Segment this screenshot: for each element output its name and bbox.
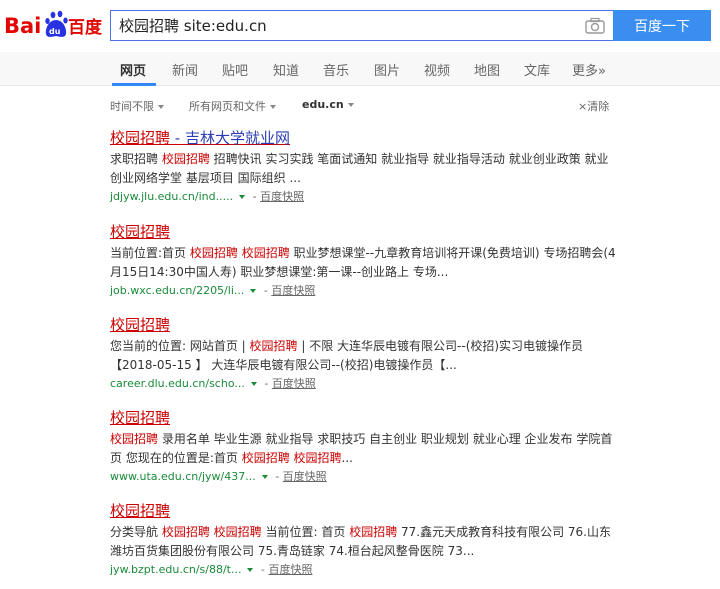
result-title-link[interactable]: 校园招聘 (110, 222, 620, 242)
tab-tieba[interactable]: 贴吧 (222, 60, 248, 79)
result-url-line: jdjyw.jlu.edu.cn/ind..... - 百度快照 (110, 188, 620, 206)
filter-bar: 时间不限 所有网页和文件 edu.cn ×清除 (0, 94, 720, 116)
chevron-down-icon[interactable] (247, 568, 254, 572)
cache-link[interactable]: 百度快照 (272, 377, 316, 390)
cache-link[interactable]: 百度快照 (283, 470, 327, 483)
result-url[interactable]: career.dlu.edu.cn/scho... (110, 377, 245, 390)
chevron-down-icon[interactable] (250, 289, 257, 293)
chevron-down-icon (158, 105, 164, 109)
snippet-text: 分类导航 (110, 525, 162, 539)
search-box (110, 10, 613, 41)
search-button[interactable]: 百度一下 (613, 10, 711, 41)
cache-link[interactable]: 百度快照 (260, 190, 304, 203)
snippet-keyword: 校园招聘 (161, 525, 210, 539)
svg-text:du: du (49, 27, 61, 36)
result-title-rest: - 吉林大学就业网 (170, 129, 290, 147)
active-tab-indicator (112, 83, 156, 86)
snippet-keyword: 校园招聘 (189, 246, 238, 260)
search-result: 校园招聘 - 吉林大学就业网 求职招聘 校园招聘 招聘快讯 实习实践 笔面试通知… (110, 128, 620, 206)
tab-images[interactable]: 图片 (374, 60, 400, 79)
tab-video[interactable]: 视频 (424, 60, 450, 79)
site-filter-label: edu.cn (302, 98, 344, 111)
tab-map[interactable]: 地图 (474, 60, 500, 79)
snippet-text: 您当前的位置: 网站首页 | (110, 339, 250, 353)
separator: - (249, 190, 261, 203)
search-result: 校园招聘 校园招聘 录用名单 毕业生源 就业指导 求职技巧 自主创业 职业规划 … (110, 408, 620, 486)
snippet-keyword: 校园招聘 (241, 451, 290, 465)
site-filter[interactable]: edu.cn (302, 98, 354, 111)
tab-web[interactable]: 网页 (120, 60, 146, 79)
result-snippet: 校园招聘 录用名单 毕业生源 就业指导 求职技巧 自主创业 职业规划 就业心理 … (110, 430, 620, 468)
search-result: 校园招聘 分类导航 校园招聘 校园招聘 当前位置: 首页 校园招聘 77.鑫元天… (110, 501, 620, 579)
chevron-down-icon[interactable] (250, 382, 257, 386)
tab-news[interactable]: 新闻 (172, 60, 198, 79)
chevron-down-icon (270, 105, 276, 109)
result-url[interactable]: jyw.bzpt.edu.cn/s/88/t... (110, 563, 241, 576)
tab-zhidao[interactable]: 知道 (273, 60, 299, 79)
chevron-down-icon (347, 103, 354, 107)
result-title-keyword: 校园招聘 (110, 316, 171, 334)
svg-text:Bai: Bai (4, 14, 41, 38)
separator: - (271, 470, 283, 483)
search-result: 校园招聘 您当前的位置: 网站首页 | 校园招聘 | 不限 大连华辰电镀有限公司… (110, 315, 620, 393)
result-title-link[interactable]: 校园招聘 - 吉林大学就业网 (110, 128, 620, 148)
result-title-keyword: 校园招聘 (110, 502, 171, 520)
chevron-down-icon[interactable] (261, 475, 268, 479)
time-filter-label: 时间不限 (110, 100, 154, 113)
result-url-line: jyw.bzpt.edu.cn/s/88/t... - 百度快照 (110, 561, 620, 579)
snippet-text: ... (341, 451, 353, 465)
result-title-link[interactable]: 校园招聘 (110, 408, 620, 428)
snippet-keyword: 校园招聘 (110, 432, 159, 446)
snippet-text: 录用名单 毕业生源 就业指导 求职技巧 自主创业 职业规划 就业心理 企业发布 … (110, 432, 613, 465)
separator: - (260, 377, 272, 390)
type-filter[interactable]: 所有网页和文件 (189, 98, 276, 114)
cache-link[interactable]: 百度快照 (271, 284, 315, 297)
result-url-line: www.uta.edu.cn/jyw/437... - 百度快照 (110, 468, 620, 486)
tab-music[interactable]: 音乐 (323, 60, 349, 79)
snippet-text: 当前位置: 首页 (261, 525, 350, 539)
result-title-link[interactable]: 校园招聘 (110, 501, 620, 521)
clear-label: 清除 (587, 100, 610, 113)
clear-filters-button[interactable]: ×清除 (578, 98, 609, 114)
type-filter-label: 所有网页和文件 (189, 100, 266, 113)
snippet-keyword: 校园招聘 (293, 451, 342, 465)
snippet-text: 当前位置:首页 (110, 246, 190, 260)
result-snippet: 您当前的位置: 网站首页 | 校园招聘 | 不限 大连华辰电镀有限公司--(校招… (110, 337, 620, 375)
result-title-keyword: 校园招聘 (110, 129, 171, 147)
snippet-keyword: 校园招聘 (161, 152, 210, 166)
cache-link[interactable]: 百度快照 (268, 563, 312, 576)
header: Bai du 百度 百度一下 (0, 0, 720, 52)
vertical-tabs: 网页 新闻 贴吧 知道 音乐 图片 视频 地图 文库 更多» (0, 52, 720, 86)
snippet-text: 求职招聘 (110, 152, 162, 166)
close-icon: × (578, 100, 588, 113)
result-url[interactable]: jdjyw.jlu.edu.cn/ind..... (110, 190, 233, 203)
result-url[interactable]: www.uta.edu.cn/jyw/437... (110, 470, 256, 483)
svg-text:百度: 百度 (68, 17, 103, 38)
separator: - (260, 284, 272, 297)
snippet-keyword: 校园招聘 (213, 525, 262, 539)
separator: - (257, 563, 269, 576)
result-snippet: 求职招聘 校园招聘 招聘快讯 实习实践 笔面试通知 就业指导 就业指导活动 就业… (110, 150, 620, 188)
baidu-logo[interactable]: Bai du 百度 (4, 6, 104, 42)
result-snippet: 当前位置:首页 校园招聘 校园招聘 职业梦想课堂--九章教育培训将开课(免费培训… (110, 244, 620, 282)
chevron-down-icon[interactable] (239, 195, 246, 199)
result-url[interactable]: job.wxc.edu.cn/2205/li... (110, 284, 244, 297)
result-url-line: career.dlu.edu.cn/scho... - 百度快照 (110, 375, 620, 393)
camera-icon[interactable] (585, 17, 605, 35)
result-title-keyword: 校园招聘 (110, 409, 171, 427)
snippet-keyword: 校园招聘 (349, 525, 398, 539)
time-filter[interactable]: 时间不限 (110, 98, 164, 114)
result-snippet: 分类导航 校园招聘 校园招聘 当前位置: 首页 校园招聘 77.鑫元天成教育科技… (110, 523, 620, 561)
snippet-keyword: 校园招聘 (241, 246, 290, 260)
result-url-line: job.wxc.edu.cn/2205/li... - 百度快照 (110, 282, 620, 300)
search-result: 校园招聘 当前位置:首页 校园招聘 校园招聘 职业梦想课堂--九章教育培训将开课… (110, 222, 620, 300)
tab-wenku[interactable]: 文库 (524, 60, 550, 79)
tab-more[interactable]: 更多» (572, 60, 606, 79)
snippet-keyword: 校园招聘 (249, 339, 298, 353)
result-title-keyword: 校园招聘 (110, 223, 171, 241)
search-input[interactable] (119, 11, 579, 40)
result-title-link[interactable]: 校园招聘 (110, 315, 620, 335)
